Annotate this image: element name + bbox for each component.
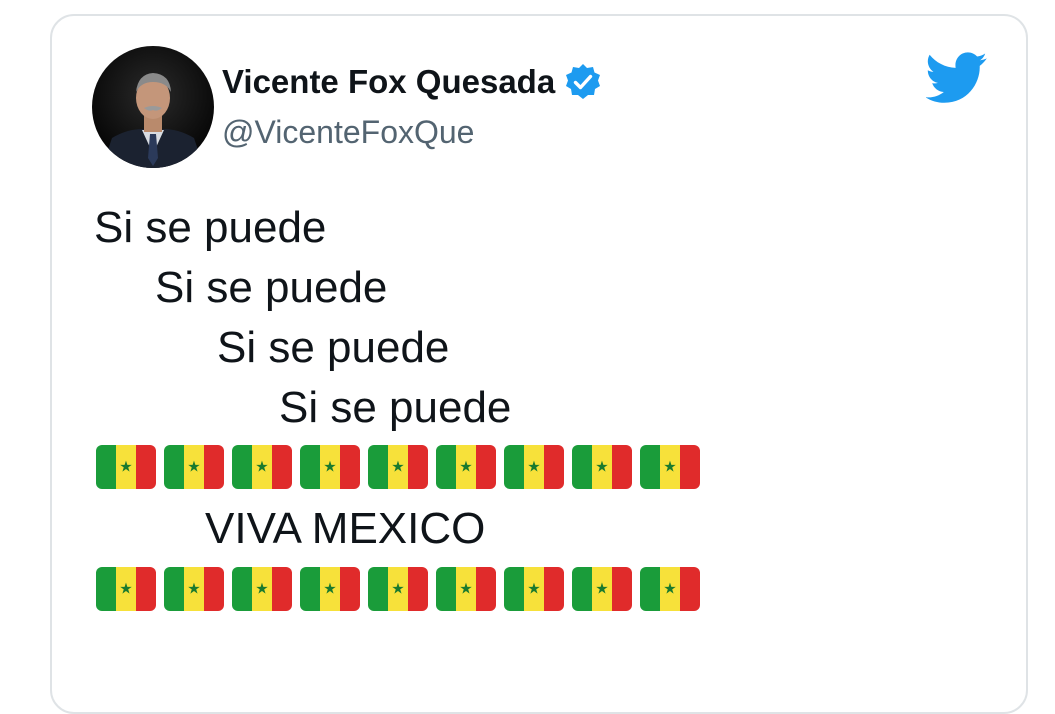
senegal-flag-emoji: ★ bbox=[368, 445, 428, 489]
star-icon: ★ bbox=[255, 457, 269, 476]
star-icon: ★ bbox=[527, 457, 541, 476]
tweet-text-viva: VIVA MEXICO bbox=[205, 504, 486, 553]
star-icon: ★ bbox=[459, 457, 473, 476]
senegal-flag-emoji: ★ bbox=[436, 567, 496, 611]
star-icon: ★ bbox=[323, 579, 337, 598]
star-icon: ★ bbox=[119, 457, 133, 476]
star-icon: ★ bbox=[391, 579, 405, 598]
user-handle[interactable]: @VicenteFoxQue bbox=[222, 114, 474, 151]
flag-emoji-row-1: ★ ★ ★ ★ ★ ★ ★ ★ ★ bbox=[96, 445, 700, 489]
senegal-flag-emoji: ★ bbox=[232, 567, 292, 611]
senegal-flag-emoji: ★ bbox=[164, 445, 224, 489]
tweet-text-line-1: Si se puede bbox=[94, 203, 327, 252]
star-icon: ★ bbox=[527, 579, 541, 598]
senegal-flag-emoji: ★ bbox=[300, 567, 360, 611]
star-icon: ★ bbox=[595, 579, 609, 598]
senegal-flag-emoji: ★ bbox=[300, 445, 360, 489]
senegal-flag-emoji: ★ bbox=[96, 445, 156, 489]
star-icon: ★ bbox=[187, 457, 201, 476]
senegal-flag-emoji: ★ bbox=[436, 445, 496, 489]
star-icon: ★ bbox=[391, 457, 405, 476]
senegal-flag-emoji: ★ bbox=[96, 567, 156, 611]
display-name[interactable]: Vicente Fox Quesada bbox=[222, 63, 555, 101]
senegal-flag-emoji: ★ bbox=[504, 445, 564, 489]
tweet-text-line-4: Si se puede bbox=[279, 383, 512, 432]
senegal-flag-emoji: ★ bbox=[164, 567, 224, 611]
star-icon: ★ bbox=[119, 579, 133, 598]
avatar[interactable] bbox=[92, 46, 214, 168]
tweet-text-line-2: Si se puede bbox=[155, 263, 388, 312]
senegal-flag-emoji: ★ bbox=[572, 445, 632, 489]
display-name-row[interactable]: Vicente Fox Quesada bbox=[222, 62, 603, 102]
senegal-flag-emoji: ★ bbox=[640, 567, 700, 611]
star-icon: ★ bbox=[323, 457, 337, 476]
tweet-text-line-3: Si se puede bbox=[217, 323, 450, 372]
senegal-flag-emoji: ★ bbox=[232, 445, 292, 489]
twitter-bird-icon[interactable] bbox=[925, 52, 988, 104]
star-icon: ★ bbox=[187, 579, 201, 598]
senegal-flag-emoji: ★ bbox=[572, 567, 632, 611]
senegal-flag-emoji: ★ bbox=[368, 567, 428, 611]
star-icon: ★ bbox=[255, 579, 269, 598]
senegal-flag-emoji: ★ bbox=[504, 567, 564, 611]
verified-badge-icon bbox=[563, 62, 603, 102]
star-icon: ★ bbox=[663, 457, 677, 476]
flag-emoji-row-2: ★ ★ ★ ★ ★ ★ ★ ★ ★ bbox=[96, 567, 700, 611]
star-icon: ★ bbox=[595, 457, 609, 476]
senegal-flag-emoji: ★ bbox=[640, 445, 700, 489]
star-icon: ★ bbox=[459, 579, 473, 598]
avatar-image bbox=[92, 46, 214, 168]
star-icon: ★ bbox=[663, 579, 677, 598]
